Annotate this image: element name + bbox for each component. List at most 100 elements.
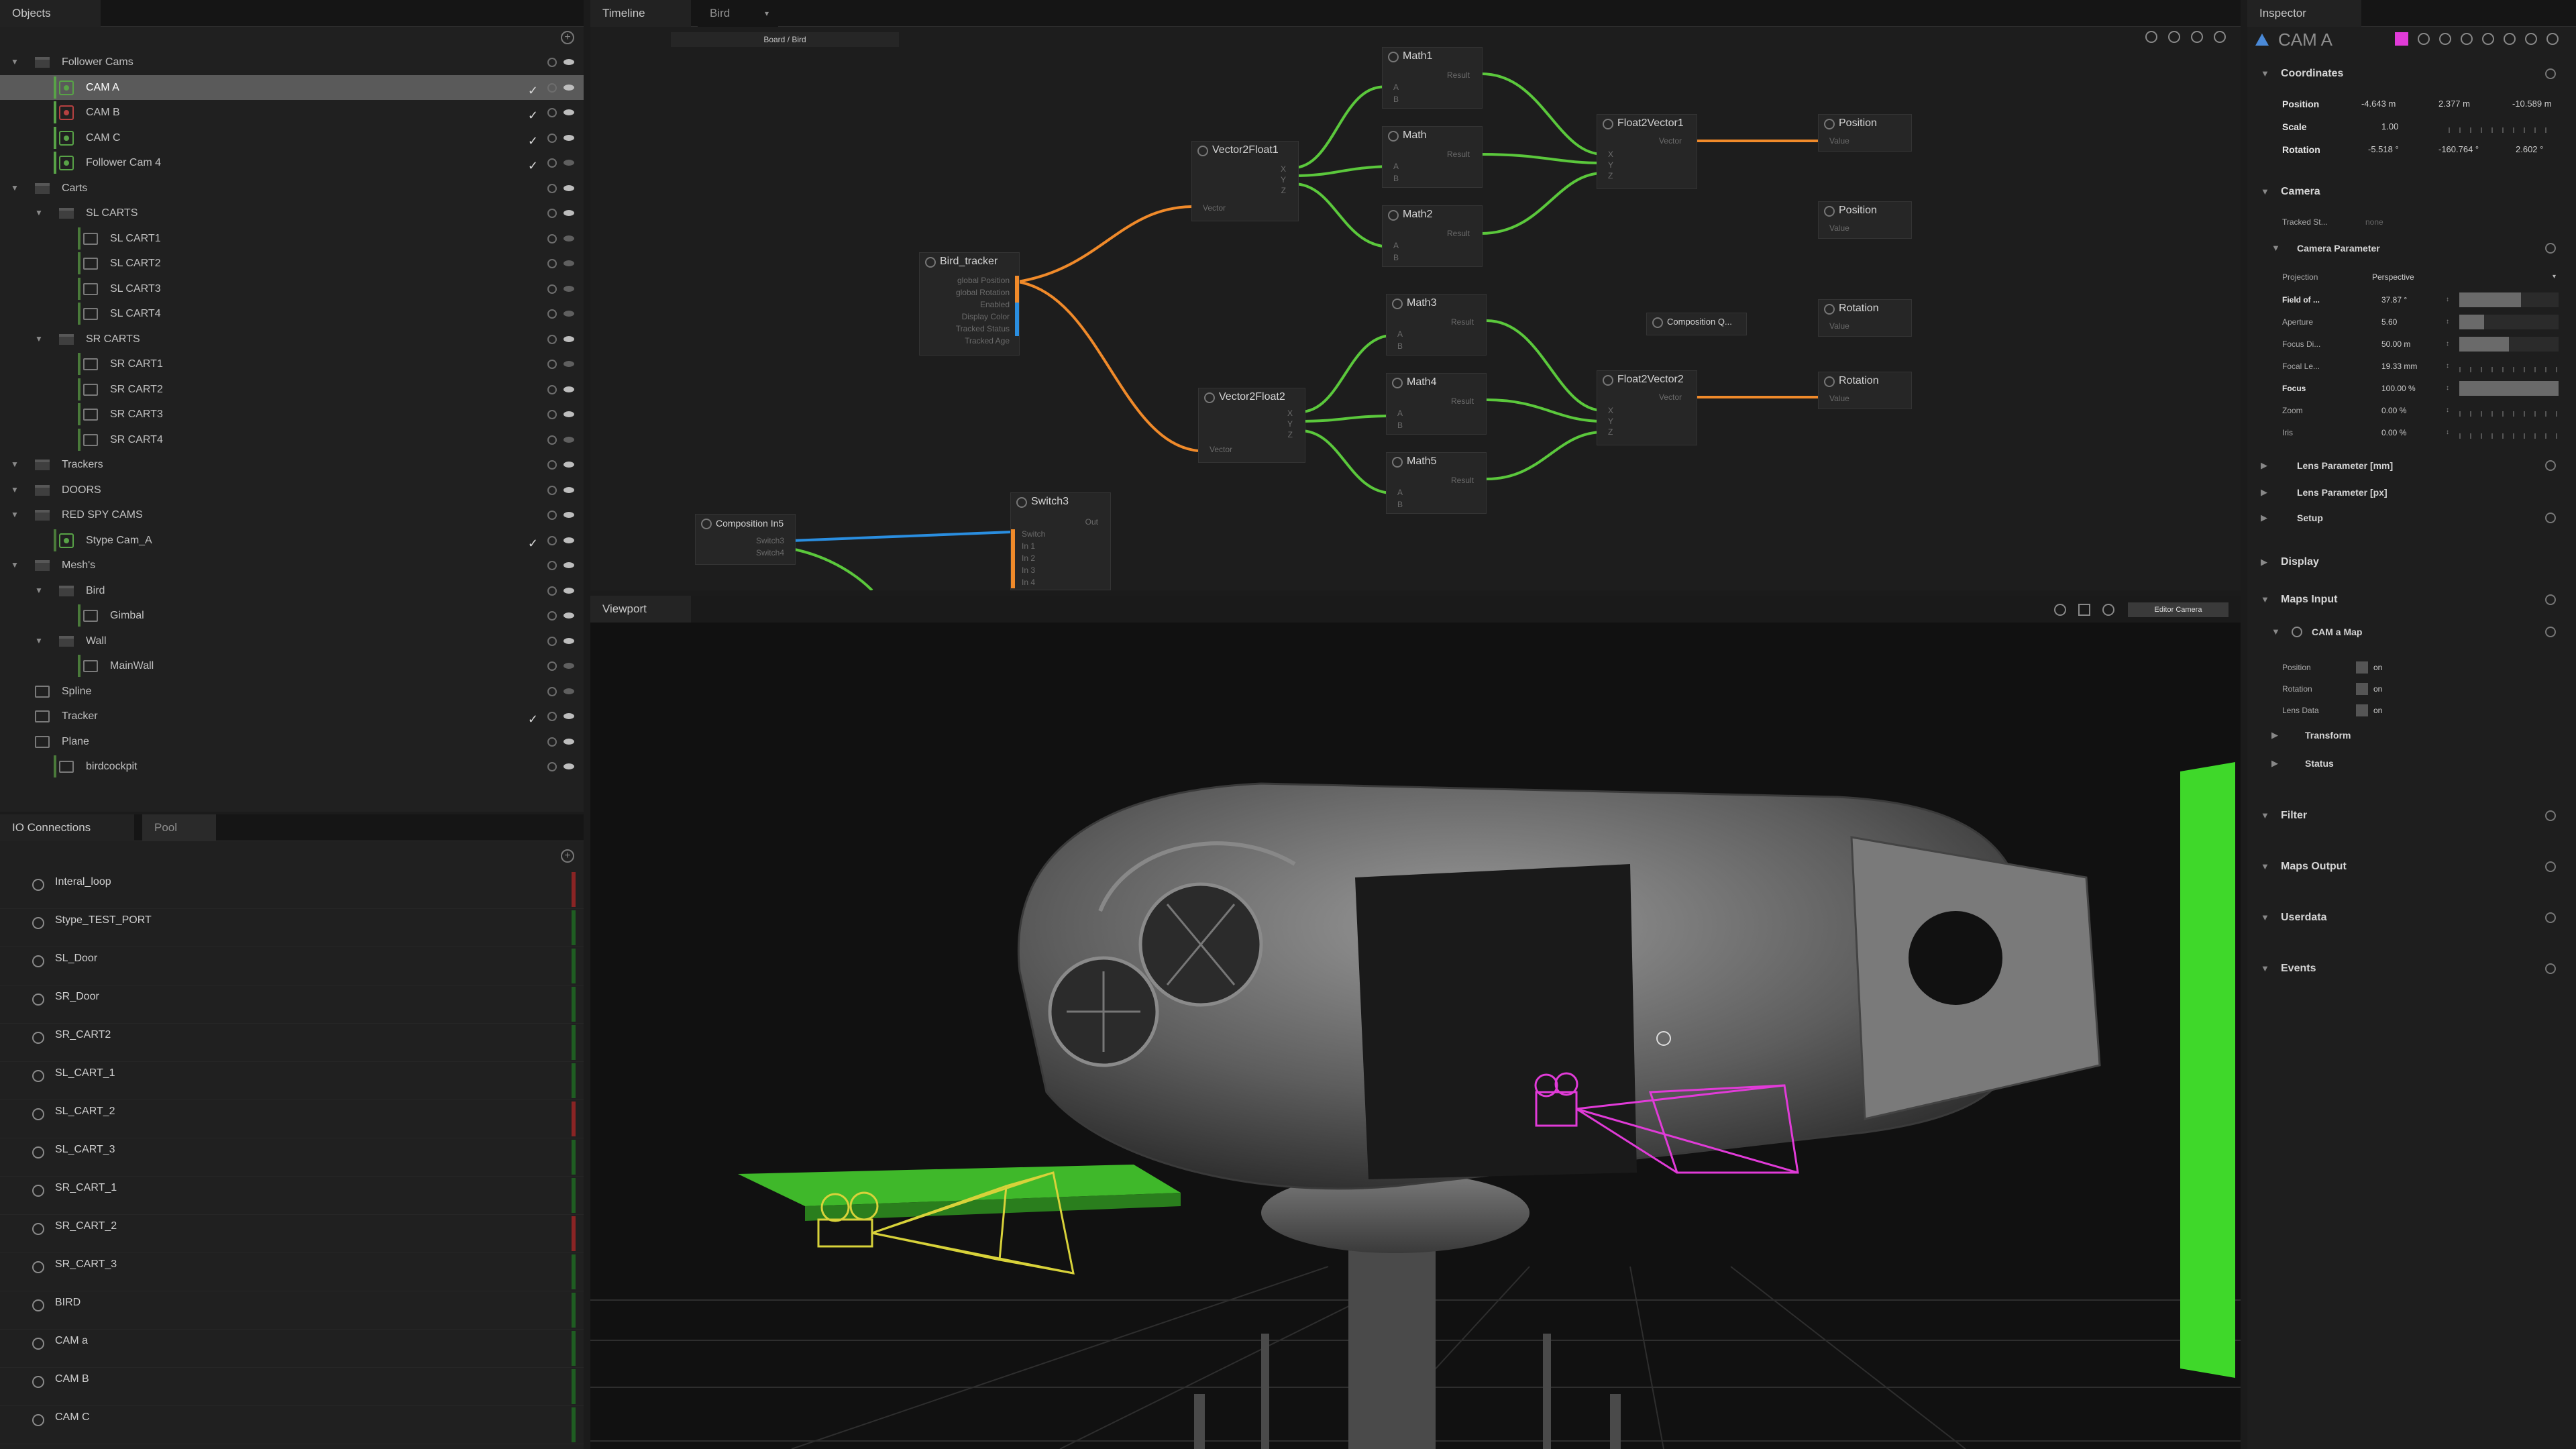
position-y[interactable]: 2.377 m xyxy=(2438,93,2470,115)
power-icon[interactable] xyxy=(32,955,44,967)
power-icon[interactable] xyxy=(32,1070,44,1082)
toolbar-icon-3[interactable] xyxy=(2461,33,2473,45)
tree-row[interactable]: SR CART2 xyxy=(0,377,584,402)
eye-icon[interactable] xyxy=(564,285,574,292)
node-vector2float1[interactable]: Vector2Float1 X Y Z Vector xyxy=(1191,141,1299,221)
tree-row[interactable]: Follower Cam 4 ✓ xyxy=(0,150,584,175)
power-icon[interactable] xyxy=(32,1108,44,1120)
tree-row[interactable]: ▼ Wall xyxy=(0,629,584,653)
eye-icon[interactable] xyxy=(564,612,574,619)
camera-param-slider[interactable] xyxy=(2459,292,2559,307)
io-connection-item[interactable]: SR_CART_3 xyxy=(0,1253,584,1291)
eye-icon[interactable] xyxy=(564,663,574,669)
io-connection-item[interactable]: CAM B xyxy=(0,1368,584,1406)
tree-row[interactable]: ▼ SL CARTS xyxy=(0,201,584,225)
section-camera[interactable]: ▼ Camera xyxy=(2247,178,2576,205)
tree-row[interactable]: CAM C ✓ xyxy=(0,125,584,150)
node-rotation-2[interactable]: Rotation Value xyxy=(1818,372,1912,409)
chevron-down-icon[interactable]: ▼ xyxy=(9,176,20,201)
check-icon[interactable]: ✓ xyxy=(528,103,538,128)
tree-row[interactable]: SL CART1 xyxy=(0,226,584,251)
eye-icon[interactable] xyxy=(564,738,574,745)
chevron-down-icon[interactable]: ▼ xyxy=(34,201,44,225)
map-lens-checkbox[interactable] xyxy=(2356,704,2368,716)
node-composition-q[interactable]: Composition Q... xyxy=(1646,313,1747,335)
tree-row[interactable]: Stype Cam_A ✓ xyxy=(0,528,584,553)
eye-icon[interactable] xyxy=(564,260,574,266)
map-position-checkbox[interactable] xyxy=(2356,661,2368,674)
visibility-circle-icon[interactable] xyxy=(547,233,557,244)
camera-param-value[interactable]: 50.00 m xyxy=(2381,333,2410,356)
eye-icon[interactable] xyxy=(564,486,574,493)
expand-icon[interactable] xyxy=(2545,594,2556,605)
visibility-circle-icon[interactable] xyxy=(547,83,557,93)
node-position-1[interactable]: Position Value xyxy=(1818,114,1912,152)
eye-icon[interactable] xyxy=(564,311,574,317)
eye-icon[interactable] xyxy=(564,763,574,769)
visibility-circle-icon[interactable] xyxy=(547,636,557,646)
eye-icon[interactable] xyxy=(564,436,574,443)
node-vector2float2[interactable]: Vector2Float2 X Y Z Vector xyxy=(1198,388,1305,463)
section-coordinates[interactable]: ▼ Coordinates xyxy=(2247,60,2576,87)
eye-icon[interactable] xyxy=(564,235,574,241)
io-connection-item[interactable]: SL_Door xyxy=(0,947,584,985)
io-connection-item[interactable]: BIRD xyxy=(0,1291,584,1330)
node-math3[interactable]: Math3 Result A B xyxy=(1386,294,1487,356)
toolbar-icon-7[interactable] xyxy=(2546,33,2559,45)
power-icon[interactable] xyxy=(32,879,44,891)
section-status[interactable]: ▶ Status xyxy=(2247,750,2576,777)
power-icon[interactable] xyxy=(32,1338,44,1350)
visibility-circle-icon[interactable] xyxy=(547,158,557,168)
tree-row[interactable]: ▼ Trackers xyxy=(0,452,584,477)
io-connection-item[interactable]: CAM a xyxy=(0,1330,584,1368)
section-setup[interactable]: ▶ Setup xyxy=(2247,504,2576,531)
visibility-circle-icon[interactable] xyxy=(547,209,557,218)
power-icon[interactable] xyxy=(32,994,44,1006)
visibility-circle-icon[interactable] xyxy=(547,561,557,570)
tree-row[interactable]: birdcockpit xyxy=(0,754,584,779)
visibility-circle-icon[interactable] xyxy=(547,686,557,696)
node-bird-tracker[interactable]: Bird_tracker global Position global Rota… xyxy=(919,252,1020,356)
tab-objects[interactable]: Objects xyxy=(0,0,101,27)
visibility-circle-icon[interactable] xyxy=(547,309,557,319)
tree-row[interactable]: CAM A ✓ xyxy=(0,74,584,100)
io-connection-item[interactable]: SL_CART_2 xyxy=(0,1100,584,1138)
tree-row[interactable]: SR CART1 xyxy=(0,352,584,376)
visibility-circle-icon[interactable] xyxy=(547,737,557,747)
projection-value[interactable]: Perspective xyxy=(2372,266,2414,288)
visibility-circle-icon[interactable] xyxy=(547,133,557,143)
toolbar-icon-5[interactable] xyxy=(2504,33,2516,45)
visibility-circle-icon[interactable] xyxy=(547,535,557,545)
node-float2vector2[interactable]: Float2Vector2 Vector X Y Z xyxy=(1597,370,1697,445)
add-icon[interactable] xyxy=(2545,912,2556,923)
node-math4[interactable]: Math4 Result A B xyxy=(1386,373,1487,435)
add-connection-icon[interactable]: + xyxy=(561,849,574,863)
tree-row[interactable]: ▼ Bird xyxy=(0,578,584,603)
tree-row[interactable]: ▼ Carts xyxy=(0,176,584,201)
check-icon[interactable]: ✓ xyxy=(528,531,538,556)
tree-row[interactable]: Plane xyxy=(0,729,584,754)
power-icon[interactable] xyxy=(32,1146,44,1159)
stepper-icon[interactable]: ↕ xyxy=(2446,399,2449,422)
visibility-circle-icon[interactable] xyxy=(547,460,557,470)
eye-icon[interactable] xyxy=(564,637,574,644)
expand-icon[interactable] xyxy=(2545,627,2556,637)
camera-param-value[interactable]: 100.00 % xyxy=(2381,377,2416,400)
editor-camera-button[interactable]: Editor Camera xyxy=(2128,602,2229,617)
eye-icon[interactable] xyxy=(564,386,574,392)
eye-icon[interactable] xyxy=(564,462,574,468)
eye-icon[interactable] xyxy=(564,84,574,91)
chevron-down-icon[interactable]: ▼ xyxy=(9,478,20,502)
camera-param-value[interactable]: 19.33 mm xyxy=(2381,355,2417,378)
eye-icon[interactable] xyxy=(564,160,574,166)
section-events[interactable]: ▼ Events xyxy=(2247,955,2576,982)
tree-row[interactable]: ▼ DOORS xyxy=(0,478,584,502)
eye-icon[interactable] xyxy=(564,688,574,694)
chevron-down-icon[interactable]: ▼ xyxy=(9,452,20,477)
node-switch3[interactable]: Switch3 Out Switch In 1 In 2 In 3 In 4 xyxy=(1010,492,1111,590)
visibility-circle-icon[interactable] xyxy=(547,384,557,394)
rotation-x[interactable]: -5.518 ° xyxy=(2368,138,2399,161)
tree-row[interactable]: Spline xyxy=(0,679,584,704)
visibility-circle-icon[interactable] xyxy=(547,661,557,671)
stepper-icon[interactable]: ↕ xyxy=(2446,311,2449,333)
